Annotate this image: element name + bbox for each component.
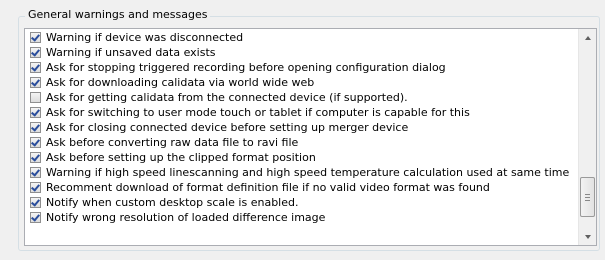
checklist-item[interactable]: Ask for closing connected device before … — [30, 120, 578, 135]
checklist-item-label: Ask for downloading calidata via world w… — [46, 76, 315, 89]
checkbox[interactable] — [30, 152, 41, 163]
checkbox[interactable] — [30, 92, 41, 103]
checklist-item-label: Ask for switching to user mode touch or … — [46, 106, 470, 119]
scroll-down-button[interactable] — [579, 228, 596, 245]
checkbox[interactable] — [30, 137, 41, 148]
checklist-item[interactable]: Ask for getting calidata from the connec… — [30, 90, 578, 105]
checklist-item[interactable]: Ask for downloading calidata via world w… — [30, 75, 578, 90]
grip-icon — [585, 193, 590, 201]
checklist-item[interactable]: Ask before setting up the clipped format… — [30, 150, 578, 165]
checklist-item[interactable]: Warning if device was disconnected — [30, 30, 578, 45]
options-listbox[interactable]: Warning if device was disconnected Warnin… — [24, 28, 597, 246]
checklist-item[interactable]: Ask before converting raw data file to r… — [30, 135, 578, 150]
checkbox[interactable] — [30, 182, 41, 193]
checklist-item-label: Ask before setting up the clipped format… — [46, 151, 316, 164]
checklist-item-label: Ask for closing connected device before … — [46, 121, 409, 134]
vertical-scrollbar[interactable] — [578, 29, 596, 245]
checklist-item-label: Notify wrong resolution of loaded differ… — [46, 211, 326, 224]
checklist-item[interactable]: Warning if high speed linescanning and h… — [30, 165, 578, 180]
checklist-item-label: Warning if high speed linescanning and h… — [46, 166, 570, 179]
checklist-item-label: Warning if device was disconnected — [46, 31, 244, 44]
checklist-item[interactable]: Recomment download of format definition … — [30, 180, 578, 195]
group-title: General warnings and messages — [25, 7, 211, 23]
checklist-item[interactable]: Ask for stopping triggered recording bef… — [30, 60, 578, 75]
checklist-item-label: Ask for getting calidata from the connec… — [46, 91, 408, 104]
checklist-item[interactable]: Notify when custom desktop scale is enab… — [30, 195, 578, 210]
checkbox[interactable] — [30, 62, 41, 73]
chevron-up-icon — [584, 35, 591, 40]
checkbox[interactable] — [30, 122, 41, 133]
checklist-item[interactable]: Notify wrong resolution of loaded differ… — [30, 210, 578, 225]
scroll-up-button[interactable] — [579, 29, 596, 46]
checklist-item-label: Ask for stopping triggered recording bef… — [46, 61, 446, 74]
checkbox[interactable] — [30, 47, 41, 58]
checkbox[interactable] — [30, 107, 41, 118]
checklist-item-label: Recomment download of format definition … — [46, 181, 490, 194]
checklist-item[interactable]: Ask for switching to user mode touch or … — [30, 105, 578, 120]
checklist-item-label: Notify when custom desktop scale is enab… — [46, 196, 299, 209]
checkbox[interactable] — [30, 167, 41, 178]
checklist-item-label: Warning if unsaved data exists — [46, 46, 216, 59]
checkbox[interactable] — [30, 32, 41, 43]
scrollbar-thumb[interactable] — [580, 177, 595, 217]
chevron-down-icon — [584, 234, 591, 239]
options-list: Warning if device was disconnected Warnin… — [30, 30, 578, 225]
checkbox[interactable] — [30, 77, 41, 88]
checklist-item[interactable]: Warning if unsaved data exists — [30, 45, 578, 60]
checkbox[interactable] — [30, 197, 41, 208]
checklist-item-label: Ask before converting raw data file to r… — [46, 136, 299, 149]
checkbox[interactable] — [30, 212, 41, 223]
